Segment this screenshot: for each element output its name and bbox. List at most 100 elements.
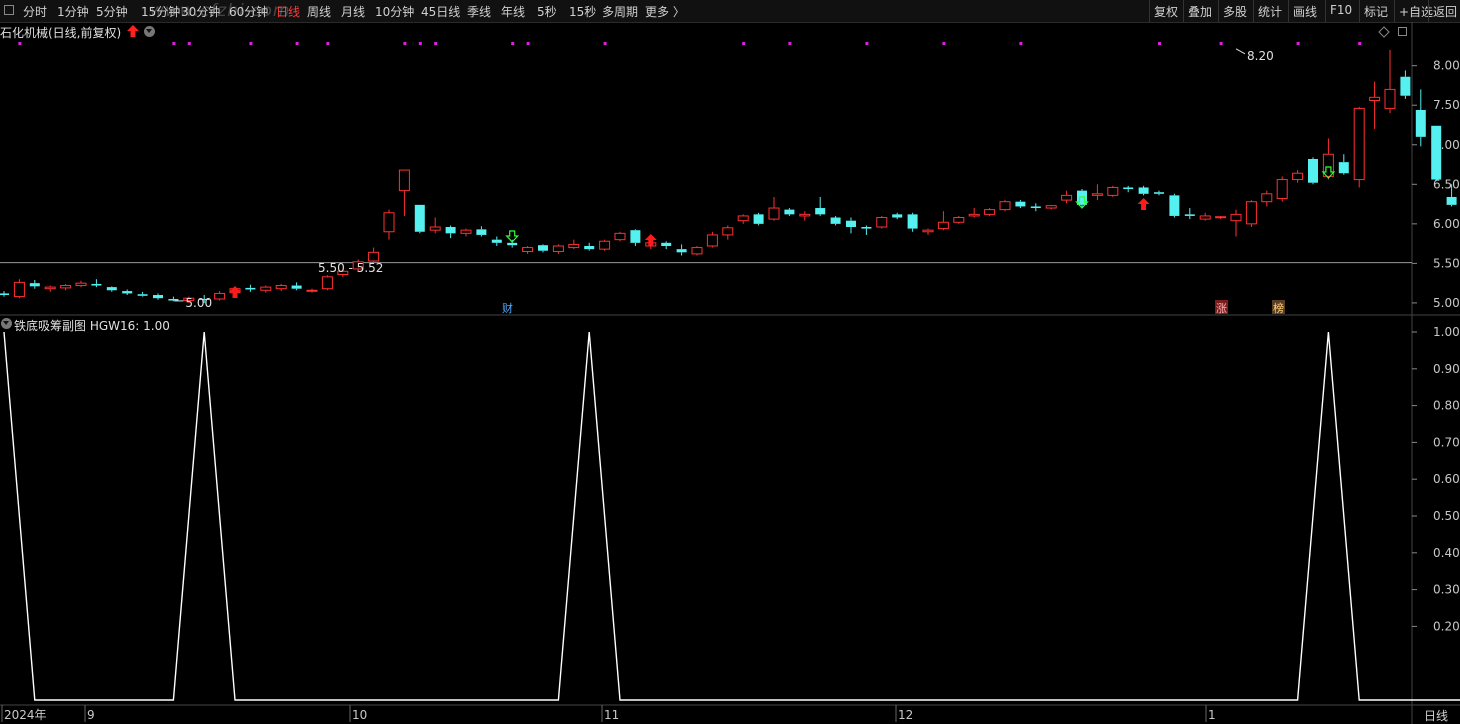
candle-body-up[interactable] xyxy=(321,276,333,290)
candle-body-down[interactable] xyxy=(491,239,502,243)
candle-body-down[interactable] xyxy=(507,242,518,246)
signal-dot xyxy=(788,42,792,45)
candle-body-up[interactable] xyxy=(614,232,626,241)
candle-body-up[interactable] xyxy=(522,247,534,253)
candle-body-down[interactable] xyxy=(0,293,9,296)
candle-body-up[interactable] xyxy=(1215,216,1227,219)
candle-body-down[interactable] xyxy=(29,283,40,287)
candle-body-up[interactable] xyxy=(1369,96,1381,101)
candle-body-down[interactable] xyxy=(1400,76,1411,96)
sub-y-tick-label: 0.50 xyxy=(1433,509,1460,523)
candle-body-down[interactable] xyxy=(676,249,687,253)
sub-y-tick-label: 0.60 xyxy=(1433,472,1460,486)
candle-body-up[interactable] xyxy=(691,247,703,255)
candle-body-down[interactable] xyxy=(861,227,872,229)
candle-body-up[interactable] xyxy=(922,229,934,233)
candle-body-up[interactable] xyxy=(260,286,272,291)
candle-body-up[interactable] xyxy=(368,251,380,262)
candle-body-up[interactable] xyxy=(13,281,25,298)
candle-body-down[interactable] xyxy=(892,214,903,218)
candle-body-up[interactable] xyxy=(968,213,980,217)
candle-body-down[interactable] xyxy=(1431,125,1442,180)
candle-body-down[interactable] xyxy=(122,291,133,294)
candle-body-up[interactable] xyxy=(460,229,472,234)
candle-body-up[interactable] xyxy=(398,169,410,192)
candle-body-up[interactable] xyxy=(214,292,226,300)
candle-body-up[interactable] xyxy=(383,212,395,233)
current-period-label[interactable]: 日线 xyxy=(1424,707,1448,724)
candle-body-down[interactable] xyxy=(153,295,163,299)
candle-body-down[interactable] xyxy=(661,242,672,246)
candle-body-down[interactable] xyxy=(784,209,795,215)
x-axis-label: 11 xyxy=(604,708,619,722)
signal-dot xyxy=(18,42,22,45)
candle-body-up[interactable] xyxy=(1292,172,1304,181)
candle-body-up[interactable] xyxy=(999,201,1011,211)
candle-body-up[interactable] xyxy=(1322,153,1334,177)
candle-body-up[interactable] xyxy=(75,282,87,287)
candle-body-up[interactable] xyxy=(953,217,965,223)
candle-body-up[interactable] xyxy=(552,245,564,253)
candle-body-up[interactable] xyxy=(984,209,996,215)
candle-body-up[interactable] xyxy=(1199,215,1211,220)
candle-body-down[interactable] xyxy=(414,204,425,232)
candle-body-down[interactable] xyxy=(1138,187,1149,194)
candle-body-down[interactable] xyxy=(1077,190,1087,205)
candle-body-down[interactable] xyxy=(1446,196,1457,205)
candle-body-down[interactable] xyxy=(106,287,117,291)
candle-body-down[interactable] xyxy=(1154,192,1164,194)
candle-body-down[interactable] xyxy=(907,214,918,229)
hgw16-line xyxy=(3,331,1460,701)
candle-body-up[interactable] xyxy=(568,243,580,249)
candle-body-up[interactable] xyxy=(1261,193,1273,203)
candle-body-up[interactable] xyxy=(1230,213,1242,222)
candle-body-down[interactable] xyxy=(1415,109,1426,137)
chart-area[interactable]: 5.005.506.006.507.007.508.000.200.300.40… xyxy=(0,0,1460,724)
candle-body-up[interactable] xyxy=(60,285,72,289)
candle-body-down[interactable] xyxy=(846,220,856,228)
buy-arrow-icon xyxy=(229,286,241,298)
candle-body-up[interactable] xyxy=(722,227,734,236)
candle-body-down[interactable] xyxy=(445,227,456,234)
signal-dot xyxy=(249,42,253,45)
candle-body-up[interactable] xyxy=(1091,193,1103,196)
candle-body-up[interactable] xyxy=(706,234,718,247)
candle-body-up[interactable] xyxy=(1384,88,1396,109)
candle-body-up[interactable] xyxy=(1353,107,1365,181)
candle-body-down[interactable] xyxy=(538,245,548,251)
candle-body-down[interactable] xyxy=(753,214,764,224)
candle-body-up[interactable] xyxy=(1045,205,1057,209)
candle-body-down[interactable] xyxy=(291,285,302,289)
candle-body-down[interactable] xyxy=(1184,214,1195,216)
candle-body-up[interactable] xyxy=(44,286,56,290)
candle-body-up[interactable] xyxy=(275,285,287,290)
candle-body-up[interactable] xyxy=(937,221,949,230)
candle-body-down[interactable] xyxy=(1338,162,1349,174)
signal-dot xyxy=(511,42,515,45)
candle-body-down[interactable] xyxy=(137,294,148,296)
candle-body-up[interactable] xyxy=(876,217,888,228)
candle-body-up[interactable] xyxy=(1107,186,1119,196)
candle-body-up[interactable] xyxy=(429,226,441,231)
candle-body-up[interactable] xyxy=(799,213,811,217)
candle-body-up[interactable] xyxy=(1061,194,1073,201)
candle-body-down[interactable] xyxy=(815,208,826,215)
candle-body-down[interactable] xyxy=(830,217,841,224)
candle-body-up[interactable] xyxy=(306,289,318,292)
candle-body-down[interactable] xyxy=(245,287,256,290)
candle-body-up[interactable] xyxy=(1276,179,1288,200)
candle-body-down[interactable] xyxy=(1015,201,1026,207)
candle-body-down[interactable] xyxy=(1169,195,1180,216)
candle-body-down[interactable] xyxy=(91,283,102,286)
candle-body-down[interactable] xyxy=(168,298,179,301)
candle-body-down[interactable] xyxy=(476,229,487,235)
candle-body-up[interactable] xyxy=(768,207,780,220)
candle-body-down[interactable] xyxy=(1123,187,1134,190)
candle-body-down[interactable] xyxy=(1308,158,1318,183)
candle-body-down[interactable] xyxy=(584,245,595,250)
candle-body-up[interactable] xyxy=(599,240,611,250)
candle-body-up[interactable] xyxy=(1245,201,1257,225)
candle-body-down[interactable] xyxy=(1030,206,1041,209)
candle-body-down[interactable] xyxy=(630,230,641,243)
candle-body-up[interactable] xyxy=(737,215,749,222)
